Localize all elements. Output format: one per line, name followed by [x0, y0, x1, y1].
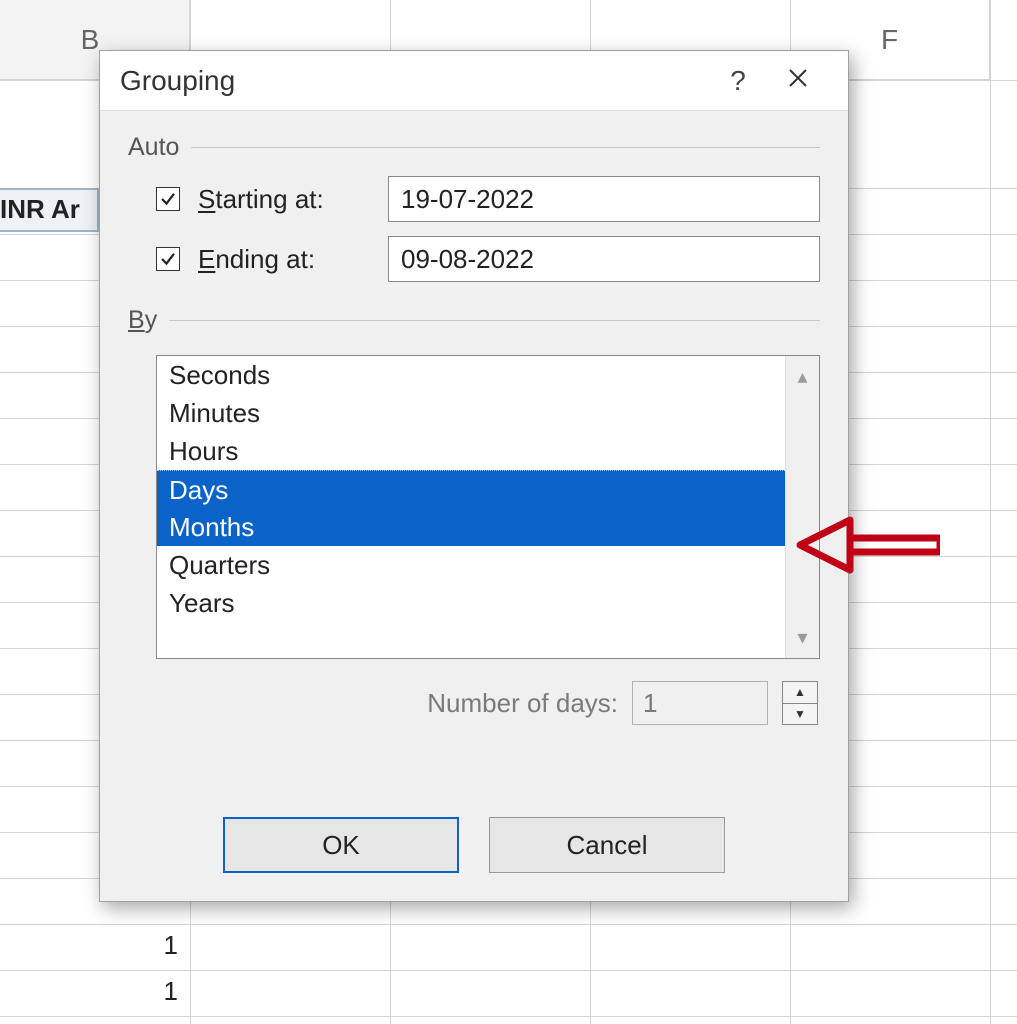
by-option-years[interactable]: Years — [157, 584, 785, 622]
ending-at-label: Ending at: — [198, 244, 370, 275]
starting-at-checkbox[interactable] — [156, 187, 180, 211]
cell-value[interactable]: 1 — [0, 976, 190, 1007]
close-button[interactable] — [768, 65, 828, 96]
number-of-days-spinner[interactable]: ▲ ▼ — [782, 681, 818, 725]
by-option-seconds[interactable]: Seconds — [157, 356, 785, 394]
scroll-up-icon[interactable]: ▴ — [797, 364, 807, 389]
by-listbox[interactable]: Seconds Minutes Hours Days Months Quarte… — [156, 355, 820, 659]
grouping-dialog: Grouping ? Auto Starting at: Ending at: … — [99, 50, 849, 902]
number-of-days-row: Number of days: 1 ▲ ▼ — [128, 681, 820, 725]
dialog-title: Grouping — [120, 65, 708, 97]
close-icon — [787, 67, 809, 89]
annotation-arrow-icon — [790, 510, 940, 580]
auto-label: Auto — [128, 133, 179, 162]
spin-down-icon[interactable]: ▼ — [783, 703, 817, 725]
starting-at-label: Starting at: — [198, 184, 370, 215]
number-of-days-input: 1 — [632, 681, 768, 725]
by-option-hours[interactable]: Hours — [157, 432, 785, 470]
by-group-heading: By — [128, 306, 820, 335]
divider — [191, 147, 820, 148]
by-option-quarters[interactable]: Quarters — [157, 546, 785, 584]
by-option-minutes[interactable]: Minutes — [157, 394, 785, 432]
starting-at-row: Starting at: — [156, 176, 820, 222]
cancel-button[interactable]: Cancel — [489, 817, 725, 873]
by-option-days[interactable]: Days — [157, 470, 785, 508]
listbox-scrollbar[interactable]: ▴ ▾ — [785, 356, 819, 658]
cell-value[interactable]: 1 — [0, 930, 190, 961]
scroll-down-icon[interactable]: ▾ — [797, 625, 807, 650]
ending-at-row: Ending at: — [156, 236, 820, 282]
starting-at-input[interactable] — [388, 176, 820, 222]
dialog-titlebar[interactable]: Grouping ? — [100, 51, 848, 111]
cell-header-inr[interactable]: INR Ar — [0, 188, 99, 232]
check-icon — [159, 190, 177, 208]
ending-at-input[interactable] — [388, 236, 820, 282]
check-icon — [159, 250, 177, 268]
dialog-buttons: OK Cancel — [128, 817, 820, 873]
number-of-days-label: Number of days: — [427, 688, 618, 719]
by-label: By — [128, 306, 157, 335]
ending-at-checkbox[interactable] — [156, 247, 180, 271]
by-option-months[interactable]: Months — [157, 508, 785, 546]
auto-group-heading: Auto — [128, 133, 820, 162]
ok-button[interactable]: OK — [223, 817, 459, 873]
help-button[interactable]: ? — [708, 65, 768, 97]
spin-up-icon[interactable]: ▲ — [783, 682, 817, 703]
divider — [169, 320, 820, 321]
